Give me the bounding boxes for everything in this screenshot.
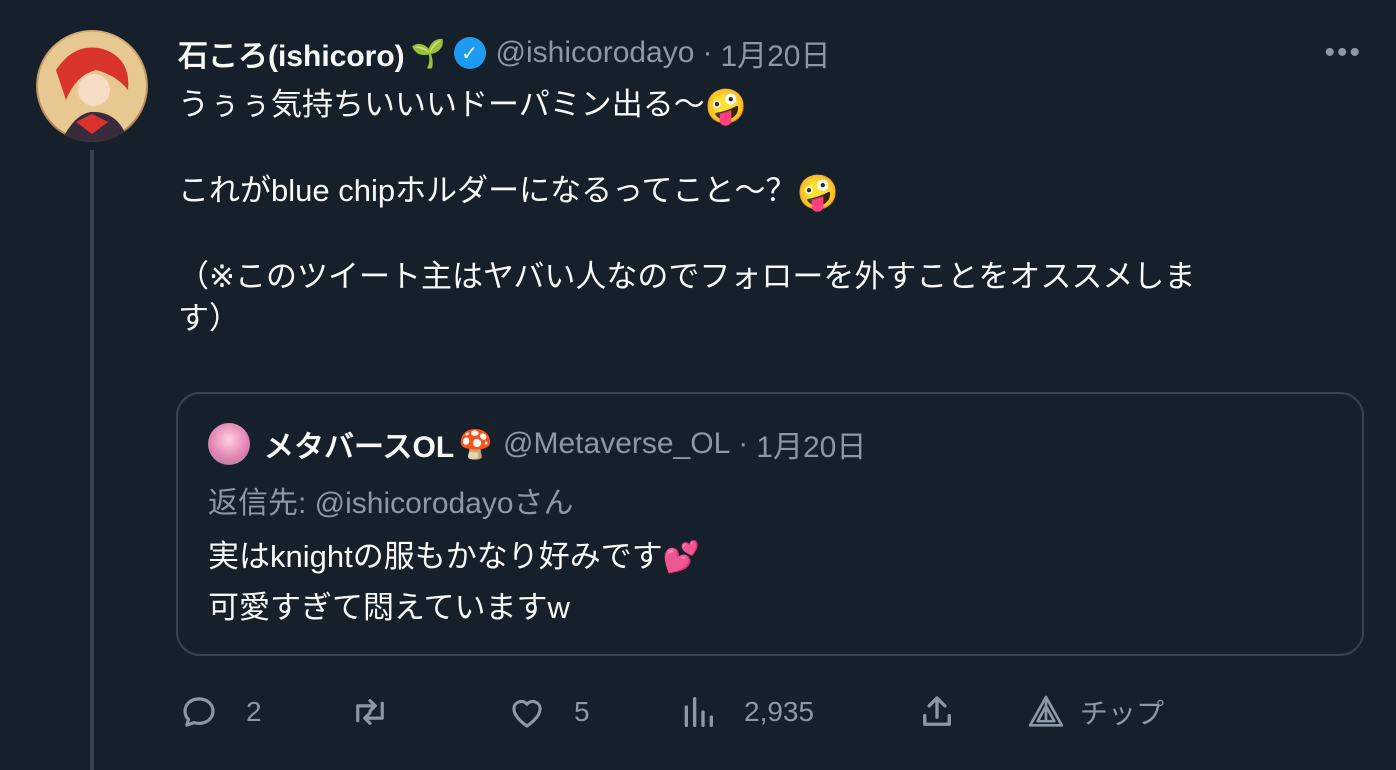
- quoted-tweet[interactable]: メタバースOL 🍄 @Metaverse_OL · 1月20日 返信先: @is…: [176, 392, 1364, 656]
- quote-text: 実はknightの服もかなり好みです💕 可愛すぎて悶えていますw: [208, 532, 700, 633]
- tip-label: チップ: [1080, 698, 1165, 729]
- author-handle[interactable]: @ishicorodayo: [496, 36, 695, 70]
- quote-author-avatar: [208, 423, 250, 465]
- zany-face-emoji: 🤪: [796, 174, 839, 212]
- reply-button[interactable]: 2: [178, 690, 262, 734]
- tip-icon: [1026, 691, 1066, 733]
- retweet-icon: [348, 691, 392, 733]
- two-hearts-emoji: 💕: [662, 541, 701, 574]
- quote-header: メタバースOL 🍄 @Metaverse_OL · 1月20日: [208, 422, 866, 466]
- like-icon: [506, 691, 548, 733]
- quote-author-name: メタバースOL: [264, 431, 455, 464]
- author-avatar[interactable]: [36, 30, 148, 142]
- views-button[interactable]: 2,935: [678, 690, 814, 734]
- more-icon[interactable]: •••: [1324, 36, 1362, 70]
- views-icon: [678, 691, 718, 733]
- action-bar: 2 5 2,935 チップ: [178, 690, 1178, 734]
- quote-author-handle: @Metaverse_OL: [503, 427, 731, 460]
- separator-dot: ·: [738, 427, 749, 460]
- share-icon: [916, 691, 958, 733]
- like-button[interactable]: 5: [506, 690, 590, 734]
- mushroom-emoji: 🍄: [458, 428, 494, 460]
- retweet-button[interactable]: [348, 690, 418, 734]
- view-count: 2,935: [744, 696, 815, 727]
- tweet-line-3: （※このツイート主はヤバい人なのでフォローを外すことをオススメしま: [178, 259, 1196, 294]
- author-name[interactable]: 石ころ(ishicoro): [178, 31, 405, 75]
- reply-to: 返信先: @ishicorodayoさん: [208, 487, 574, 520]
- verified-icon: ✓: [453, 37, 486, 69]
- like-count: 5: [574, 696, 590, 727]
- tweet-line-4: す）: [178, 301, 240, 336]
- tweet-line-1: うぅぅ気持ちいいいドーパミン出る〜: [178, 87, 705, 122]
- thread-line: [90, 150, 94, 770]
- tip-button[interactable]: チップ: [1026, 690, 1164, 734]
- quote-line-1: 実はknightの服もかなり好みです: [208, 539, 663, 574]
- reply-icon: [178, 691, 220, 733]
- sprout-emoji: 🌱: [410, 37, 446, 69]
- zany-face-emoji: 🤪: [704, 88, 748, 126]
- tweet-date[interactable]: 1月20日: [720, 31, 830, 75]
- tweet-header: 石ころ(ishicoro) 🌱 ✓ @ishicorodayo · 1月20日: [178, 30, 831, 76]
- reply-count: 2: [246, 696, 262, 727]
- separator-dot: ·: [702, 36, 713, 69]
- share-button[interactable]: [916, 690, 958, 734]
- tweet-text: うぅぅ気持ちいいいドーパミン出る〜🤪 これがblue chipホルダーになるって…: [178, 84, 1348, 340]
- tweet-line-2: これがblue chipホルダーになるってこと〜？: [178, 173, 797, 208]
- quote-line-2: 可愛すぎて悶えていますw: [208, 590, 570, 625]
- quote-date: 1月20日: [756, 431, 867, 464]
